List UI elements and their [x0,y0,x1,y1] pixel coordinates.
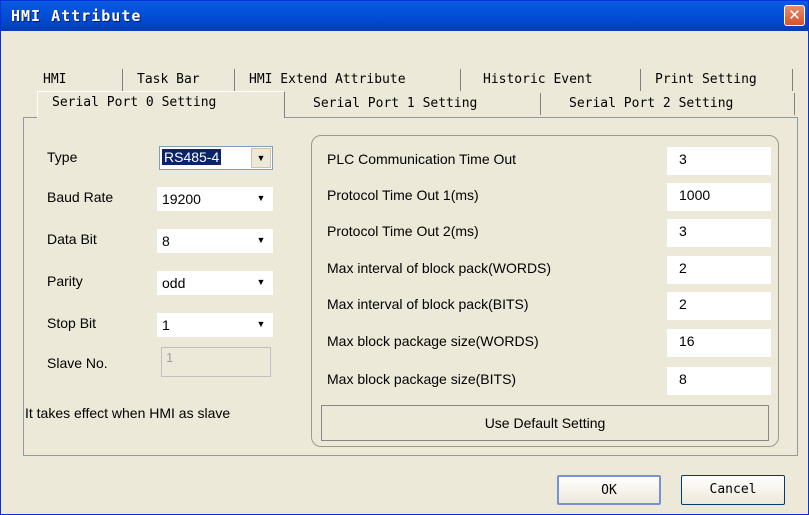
param-value-field[interactable]: 8 [667,367,771,395]
window-title: HMI Attribute [11,7,142,25]
cancel-button[interactable]: Cancel [681,475,785,505]
slave-no-field: 1 [161,347,271,377]
type-label: Type [47,149,78,165]
close-icon: ✕ [788,6,801,24]
stop-bit-select[interactable]: 1 ▼ [157,313,273,337]
ok-button[interactable]: OK [557,475,661,505]
param-value-field[interactable]: 1000 [667,183,771,211]
baud-rate-label: Baud Rate [47,189,114,205]
data-bit-select[interactable]: 8 ▼ [157,229,273,253]
type-select[interactable]: RS485-4 ▼ [159,146,273,170]
slave-note: It takes effect when HMI as slave [25,405,231,421]
param-label: Max interval of block pack(BITS) [327,296,529,312]
tab-hmi-extend-attribute[interactable]: HMI Extend Attribute [235,69,461,91]
parity-label: Parity [47,273,83,289]
chevron-down-icon[interactable]: ▼ [251,273,271,293]
param-value-field[interactable]: 2 [667,292,771,320]
close-button[interactable]: ✕ [784,5,805,26]
param-label: PLC Communication Time Out [327,151,517,167]
tab-serial-port-2-setting[interactable]: Serial Port 2 Setting [541,93,795,115]
tab-hmi[interactable]: HMI [37,69,123,91]
param-label: Max interval of block pack(WORDS) [327,260,552,276]
param-label: Protocol Time Out 1(ms) [327,187,479,203]
title-bar[interactable]: HMI Attribute ✕ [1,1,808,31]
param-value-field[interactable]: 2 [667,256,771,284]
param-value-field[interactable]: 3 [667,147,771,175]
chevron-down-icon[interactable]: ▼ [251,231,271,251]
tab-serial-port-0-setting[interactable]: Serial Port 0 Setting [37,91,285,118]
chevron-down-icon[interactable]: ▼ [251,315,271,335]
tab-print-setting[interactable]: Print Setting [641,69,793,91]
stop-bit-label: Stop Bit [47,315,97,331]
param-label: Protocol Time Out 2(ms) [327,223,479,239]
tab-task-bar[interactable]: Task Bar [123,69,235,91]
param-value-field[interactable]: 3 [667,219,771,247]
data-bit-label: Data Bit [47,231,97,247]
protocol-params-group [311,135,779,447]
baud-rate-select[interactable]: 19200 ▼ [157,187,273,211]
hmi-attribute-dialog: HMI Attribute ✕ HMI Task Bar HMI Extend … [0,0,809,515]
chevron-down-icon[interactable]: ▼ [251,148,271,168]
param-value-field[interactable]: 16 [667,329,771,357]
slave-no-label: Slave No. [47,355,108,371]
tab-historic-event[interactable]: Historic Event [461,69,641,91]
parity-select[interactable]: odd ▼ [157,271,273,295]
param-label: Max block package size(BITS) [327,371,517,387]
chevron-down-icon[interactable]: ▼ [251,189,271,209]
use-default-setting-button[interactable]: Use Default Setting [321,405,769,441]
tab-serial-port-1-setting[interactable]: Serial Port 1 Setting [291,93,541,115]
param-label: Max block package size(WORDS) [327,333,539,349]
